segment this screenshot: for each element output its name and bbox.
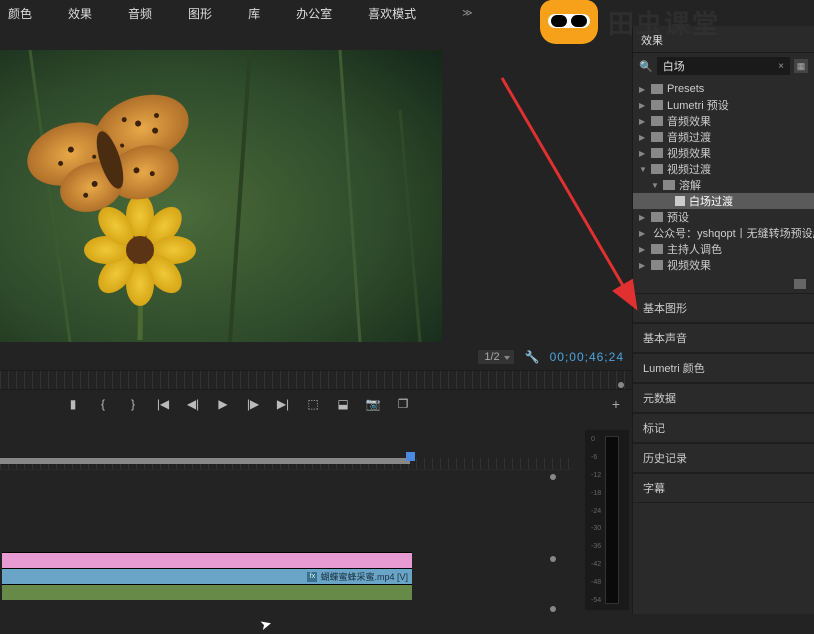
- clear-search-icon[interactable]: ×: [778, 61, 784, 72]
- tree-item[interactable]: ▶Presets: [633, 81, 814, 97]
- menu-effects[interactable]: 效果: [68, 5, 92, 22]
- search-icon: 🔍: [639, 60, 653, 73]
- tree-item-label: 视频效果: [667, 145, 711, 161]
- tree-item-label: 公众号：yshqopt丨无缝转场预设库: [653, 225, 814, 241]
- track-group: fx 蝴蝶蜜蜂采蜜.mp4 [V]: [2, 552, 412, 600]
- timeline-marker-dot[interactable]: [550, 474, 556, 480]
- side-tab[interactable]: 基本图形: [633, 293, 814, 323]
- menu-color[interactable]: 颜色: [8, 5, 32, 22]
- video-track-2[interactable]: [2, 552, 412, 568]
- tree-item-label: Lumetri 预设: [667, 97, 729, 113]
- mark-out-icon[interactable]: }: [126, 397, 140, 411]
- compare-icon[interactable]: ❐: [396, 397, 410, 411]
- audio-meter: 0-6-12-18-24-30-36-42-48-54: [585, 430, 629, 610]
- menu-office[interactable]: 办公室: [296, 5, 332, 22]
- folder-icon: [651, 212, 663, 222]
- workspace-left: 1/2 🔧 00;00;46;24 ▮ { } |◀ ◀| ▶ |▶ ▶| ⬚ …: [0, 26, 632, 614]
- tree-item[interactable]: ▶公众号：yshqopt丨无缝转场预设库: [633, 225, 814, 241]
- play-icon[interactable]: ▶: [216, 397, 230, 411]
- tree-item[interactable]: ▼视频过渡: [633, 161, 814, 177]
- effects-panel-title[interactable]: 效果: [633, 26, 814, 53]
- add-marker-icon[interactable]: ▮: [66, 397, 80, 411]
- goto-out-icon[interactable]: ▶|: [276, 397, 290, 411]
- program-monitor: 1/2 🔧 00;00;46;24: [0, 26, 632, 366]
- timecode-display[interactable]: 00;00;46;24: [550, 350, 624, 364]
- playhead-icon[interactable]: [406, 452, 415, 461]
- tree-item-label: 视频过渡: [667, 161, 711, 177]
- clip-fx-icon: fx: [307, 572, 317, 582]
- extract-icon[interactable]: ⬓: [336, 397, 350, 411]
- monitor-time-ruler[interactable]: [0, 370, 632, 390]
- effects-tree: ▶Presets▶Lumetri 预设▶音频效果▶音频过渡▶视频效果▼视频过渡▼…: [633, 79, 814, 275]
- tree-item-label: 溶解: [679, 177, 701, 193]
- clip-label: 蝴蝶蜜蜂采蜜.mp4 [V]: [320, 570, 408, 583]
- folder-icon: [651, 148, 663, 158]
- menu-graphics[interactable]: 图形: [188, 5, 212, 22]
- mouse-cursor-icon: ➤: [258, 615, 274, 634]
- tree-item-label: 音频过渡: [667, 129, 711, 145]
- preview-image: [0, 50, 442, 342]
- monitor-controls: 1/2 🔧 00;00;46;24: [0, 346, 632, 368]
- timeline-marker-dot-2[interactable]: [550, 556, 556, 562]
- tree-item[interactable]: ▶音频效果: [633, 113, 814, 129]
- tree-item[interactable]: ▶Lumetri 预设: [633, 97, 814, 113]
- button-editor-icon[interactable]: +: [612, 396, 620, 412]
- side-tab[interactable]: Lumetri 颜色: [633, 353, 814, 383]
- tree-item[interactable]: ▶预设: [633, 209, 814, 225]
- tree-item-label: Presets: [667, 83, 704, 95]
- tree-item-label: 白场过渡: [689, 193, 733, 209]
- menu-favorite[interactable]: 喜欢模式: [368, 5, 416, 22]
- menu-library[interactable]: 库: [248, 5, 260, 22]
- effect-icon: [675, 196, 685, 206]
- tree-item-label: 视频效果: [667, 257, 711, 273]
- timeline-marker-dot-3[interactable]: [550, 606, 556, 612]
- goto-in-icon[interactable]: |◀: [156, 397, 170, 411]
- tree-item[interactable]: ▶主持人调色: [633, 241, 814, 257]
- tree-item[interactable]: ▶音频过渡: [633, 129, 814, 145]
- tree-item[interactable]: ▼溶解: [633, 177, 814, 193]
- side-tab[interactable]: 基本声音: [633, 323, 814, 353]
- tree-item-label: 预设: [667, 209, 689, 225]
- effects-panel: 效果 🔍 白场 × ▦ ▶Presets▶Lumetri 预设▶音频效果▶音频过…: [632, 26, 814, 614]
- menu-audio[interactable]: 音频: [128, 5, 152, 22]
- folder-icon: [663, 180, 675, 190]
- settings-wrench-icon[interactable]: 🔧: [525, 350, 540, 364]
- lift-icon[interactable]: ⬚: [306, 397, 320, 411]
- new-bin-icon[interactable]: ▦: [794, 59, 808, 73]
- tree-item[interactable]: 白场过渡: [633, 193, 814, 209]
- folder-icon: [651, 244, 663, 254]
- monitor-ruler-handle[interactable]: [618, 382, 624, 388]
- folder-icon: [651, 84, 663, 94]
- preview-viewport[interactable]: [0, 50, 442, 342]
- step-back-icon[interactable]: ◀|: [186, 397, 200, 411]
- zoom-select[interactable]: 1/2: [477, 349, 514, 365]
- side-tab[interactable]: 标记: [633, 413, 814, 443]
- folder-footer-icon[interactable]: [794, 279, 806, 289]
- menu-overflow-icon[interactable]: ≫: [462, 8, 472, 19]
- transport-bar: ▮ { } |◀ ◀| ▶ |▶ ▶| ⬚ ⬓ 📷 ❐ +: [0, 392, 632, 416]
- folder-icon: [651, 132, 663, 142]
- work-area-bar[interactable]: [0, 458, 410, 464]
- video-track-1[interactable]: fx 蝴蝶蜜蜂采蜜.mp4 [V]: [2, 568, 412, 584]
- export-frame-icon[interactable]: 📷: [366, 397, 380, 411]
- timeline-panel: 调整面罩 fx 蝴蝶蜜蜂采蜜.mp4 [V]: [0, 420, 632, 614]
- side-tab[interactable]: 历史记录: [633, 443, 814, 473]
- tree-item-label: 主持人调色: [667, 241, 722, 257]
- folder-icon: [651, 116, 663, 126]
- audio-track-1[interactable]: [2, 584, 412, 600]
- folder-icon: [651, 100, 663, 110]
- tree-item[interactable]: ▶视频效果: [633, 145, 814, 161]
- top-menu-bar: 颜色 效果 音频 图形 库 办公室 喜欢模式 ≫: [0, 0, 814, 26]
- tree-item-label: 音频效果: [667, 113, 711, 129]
- tree-item[interactable]: ▶视频效果: [633, 257, 814, 273]
- step-forward-icon[interactable]: |▶: [246, 397, 260, 411]
- mark-in-icon[interactable]: {: [96, 397, 110, 411]
- folder-icon: [651, 260, 663, 270]
- meter-bar: [605, 436, 619, 604]
- side-tab[interactable]: 字幕: [633, 473, 814, 503]
- effects-search-input[interactable]: 白场 ×: [657, 57, 790, 75]
- side-tab[interactable]: 元数据: [633, 383, 814, 413]
- folder-icon: [651, 164, 663, 174]
